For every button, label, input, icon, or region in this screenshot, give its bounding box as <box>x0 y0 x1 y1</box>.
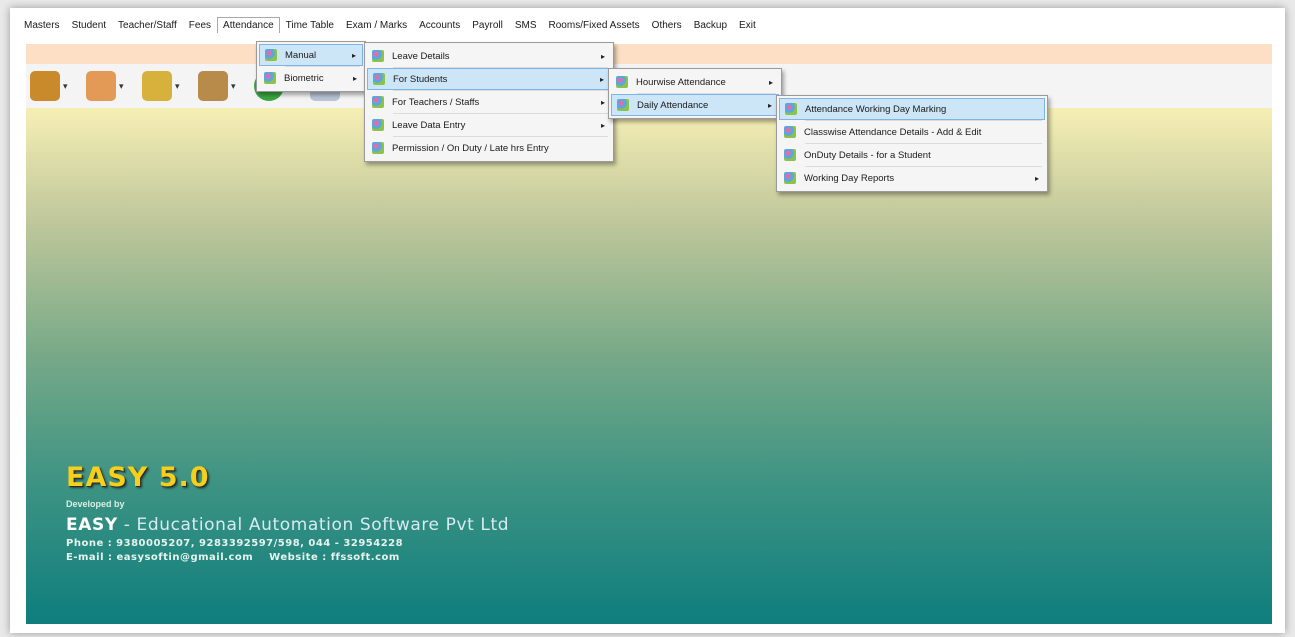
menu-item-label: Attendance Working Day Marking <box>805 103 947 115</box>
dropdown-arrow[interactable]: ▾ <box>63 81 68 92</box>
menu-exit[interactable]: Exit <box>733 17 762 34</box>
company-name-bold: EASY <box>66 515 118 535</box>
dropdown-arrow[interactable]: ▾ <box>119 81 124 92</box>
attendance-icon <box>785 103 797 115</box>
menu-item-label: Leave Data Entry <box>392 119 466 131</box>
dropdown-arrow[interactable]: ▾ <box>175 81 180 92</box>
attendance-icon <box>617 99 629 111</box>
menu-exam-marks[interactable]: Exam / Marks <box>340 17 413 34</box>
menu-attendance[interactable]: Attendance <box>217 17 280 33</box>
menu-item-biometric[interactable]: Biometric ▸ <box>259 67 363 89</box>
menu-fees[interactable]: Fees <box>183 17 217 34</box>
developed-by-label: Developed by <box>66 499 125 509</box>
menu-item-manual[interactable]: Manual ▸ <box>259 44 363 66</box>
submenu-arrow-icon: ▸ <box>768 77 773 87</box>
submenu-arrow-icon: ▸ <box>352 73 357 83</box>
menu-item-label: Hourwise Attendance <box>636 76 726 88</box>
money-stack-icon <box>198 71 228 101</box>
brand-block: EASY 5.0 Developed by EASY - Educational… <box>66 462 509 563</box>
attendance-menu: Manual ▸ Biometric ▸ <box>256 41 366 92</box>
attendance-icon <box>784 149 796 161</box>
company-name: EASY - Educational Automation Software P… <box>66 515 509 535</box>
phone-line: Phone : 9380005207, 9283392597/598, 044 … <box>66 538 404 549</box>
menu-item-daily-attendance[interactable]: Daily Attendance ▸ <box>611 94 779 116</box>
submenu-arrow-icon: ▸ <box>1034 173 1039 183</box>
menu-accounts[interactable]: Accounts <box>413 17 466 34</box>
menu-bar: Masters Student Teacher/Staff Fees Attendanc… <box>18 10 1278 40</box>
staff-button[interactable]: ▾ <box>142 71 180 101</box>
attendance-icon <box>264 72 276 84</box>
menu-item-permission-on-duty-late-hrs-entry[interactable]: Permission / On Duty / Late hrs Entry <box>367 137 611 159</box>
submenu-arrow-icon: ▸ <box>600 97 605 107</box>
menu-student[interactable]: Student <box>66 17 112 34</box>
email-line: E-mail : easysoftin@gmail.com Website : f… <box>66 552 509 563</box>
attendance-icon <box>372 119 384 131</box>
website-text: Website : ffssoft.com <box>269 552 400 563</box>
menu-item-for-students[interactable]: For Students ▸ <box>367 68 611 90</box>
menu-others[interactable]: Others <box>646 17 688 34</box>
menu-item-label: Daily Attendance <box>637 99 709 111</box>
submenu-arrow-icon: ▸ <box>767 100 772 110</box>
menu-backup[interactable]: Backup <box>688 17 733 34</box>
menu-masters[interactable]: Masters <box>18 17 66 34</box>
dropdown-arrow[interactable]: ▾ <box>231 81 236 92</box>
gift-icon <box>30 71 60 101</box>
menu-item-label: Classwise Attendance Details - Add & Edi… <box>804 126 982 138</box>
submenu-arrow-icon: ▸ <box>600 120 605 130</box>
attendance-icon <box>372 50 384 62</box>
menu-item-label: Permission / On Duty / Late hrs Entry <box>392 142 549 154</box>
company-name-rest: - Educational Automation Software Pvt Lt… <box>117 515 510 535</box>
attendance-icon <box>372 96 384 108</box>
menu-rooms-fixed-assets[interactable]: Rooms/Fixed Assets <box>543 17 646 34</box>
menu-item-working-day-reports[interactable]: Working Day Reports ▸ <box>779 167 1045 189</box>
menu-item-label: For Students <box>393 73 448 85</box>
menu-item-label: Manual <box>285 49 317 61</box>
submenu-arrow-icon: ▸ <box>599 74 604 84</box>
status-strip <box>26 44 1272 64</box>
menu-item-label: Biometric <box>284 72 324 84</box>
menu-sms[interactable]: SMS <box>509 17 543 34</box>
menu-item-classwise-attendance-details-add-edit[interactable]: Classwise Attendance Details - Add & Edi… <box>779 121 1045 143</box>
menu-item-leave-details[interactable]: Leave Details ▸ <box>367 45 611 67</box>
menu-item-label: Leave Details <box>392 50 450 62</box>
people-button[interactable]: ▾ <box>86 71 124 101</box>
menu-item-leave-data-entry[interactable]: Leave Data Entry ▸ <box>367 114 611 136</box>
email-text: E-mail : easysoftin@gmail.com <box>66 552 254 563</box>
attendance-icon <box>616 76 628 88</box>
menu-item-for-teachers-staffs[interactable]: For Teachers / Staffs ▸ <box>367 91 611 113</box>
money-button[interactable]: ▾ <box>198 71 236 101</box>
menu-payroll[interactable]: Payroll <box>466 17 509 34</box>
attendance-icon <box>373 73 385 85</box>
for-students-submenu: Hourwise Attendance ▸ Daily Attendance ▸ <box>608 68 782 119</box>
attendance-icon <box>372 142 384 154</box>
menu-teacher-staff[interactable]: Teacher/Staff <box>112 17 183 34</box>
daily-attendance-submenu: Attendance Working Day Marking Classwise … <box>776 95 1048 192</box>
attendance-icon <box>784 126 796 138</box>
people-icon <box>86 71 116 101</box>
submenu-arrow-icon: ▸ <box>600 51 605 61</box>
staff-icon <box>142 71 172 101</box>
gift-button[interactable]: ▾ <box>30 71 68 101</box>
menu-item-attendance-working-day-marking[interactable]: Attendance Working Day Marking <box>779 98 1045 120</box>
menu-time-table[interactable]: Time Table <box>280 17 340 34</box>
attendance-icon <box>265 49 277 61</box>
menu-item-hourwise-attendance[interactable]: Hourwise Attendance ▸ <box>611 71 779 93</box>
brand-title: EASY 5.0 <box>66 462 210 493</box>
attendance-icon <box>784 172 796 184</box>
menu-item-label: Working Day Reports <box>804 172 895 184</box>
manual-submenu: Leave Details ▸ For Students ▸ For Teachers … <box>364 42 614 162</box>
submenu-arrow-icon: ▸ <box>351 50 356 60</box>
menu-item-onduty-details-for-a-student[interactable]: OnDuty Details - for a Student <box>779 144 1045 166</box>
menu-item-label: For Teachers / Staffs <box>392 96 480 108</box>
menu-item-label: OnDuty Details - for a Student <box>804 149 931 161</box>
